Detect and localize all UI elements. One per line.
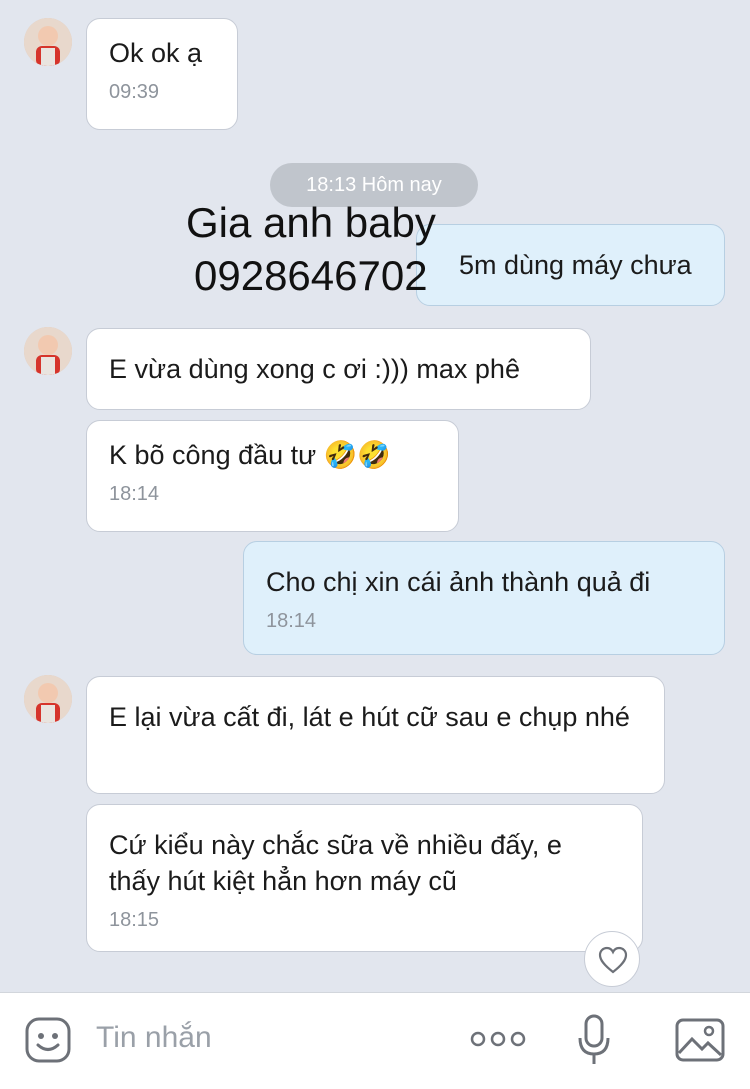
message-text: K bõ công đầu tư 🤣🤣 [109,440,391,470]
message-input[interactable]: Tin nhắn [96,1021,212,1055]
message-bubble[interactable]: Ok ok ạ 09:39 [86,18,238,130]
avatar[interactable] [24,18,72,66]
message-time: 09:39 [109,81,160,103]
image-icon[interactable] [674,1017,726,1063]
more-dots-icon[interactable] [470,1028,526,1050]
avatar[interactable] [24,327,72,375]
message-time: 18:15 [109,909,160,931]
message-time: 18:14 [266,610,317,632]
microphone-icon[interactable] [576,1012,612,1068]
message-text: 5m dùng máy chưa [459,250,692,280]
message-text: E lại vừa cất đi, lát e hút cữ sau e chụ… [109,702,630,732]
watermark-phone: 0928646702 [194,252,428,299]
message-text: Cứ kiểu này chắc sữa về nhiều đấy, e thấ… [109,830,562,896]
watermark-name: Gia anh baby [186,199,436,246]
message-bubble[interactable]: E lại vừa cất đi, lát e hút cữ sau e chụ… [86,676,665,794]
message-text: Cho chị xin cái ảnh thành quả đi [266,567,651,597]
smiley-icon[interactable] [24,1016,72,1064]
message-bubble-sent[interactable]: 5m dùng máy chưa [416,224,725,306]
avatar[interactable] [24,675,72,723]
react-heart-button[interactable] [584,931,640,987]
message-bubble-sent[interactable]: Cho chị xin cái ảnh thành quả đi 18:14 [243,541,725,655]
message-text: E vừa dùng xong c ơi :))) max phê [109,354,520,384]
heart-icon [598,946,628,974]
message-bubble[interactable]: E vừa dùng xong c ơi :))) max phê [86,328,591,410]
message-bubble[interactable]: K bõ công đầu tư 🤣🤣 18:14 [86,420,459,532]
message-bubble[interactable]: Cứ kiểu này chắc sữa về nhiều đấy, e thấ… [86,804,643,952]
message-time: 18:14 [109,483,160,505]
message-text: Ok ok ạ [109,38,203,68]
